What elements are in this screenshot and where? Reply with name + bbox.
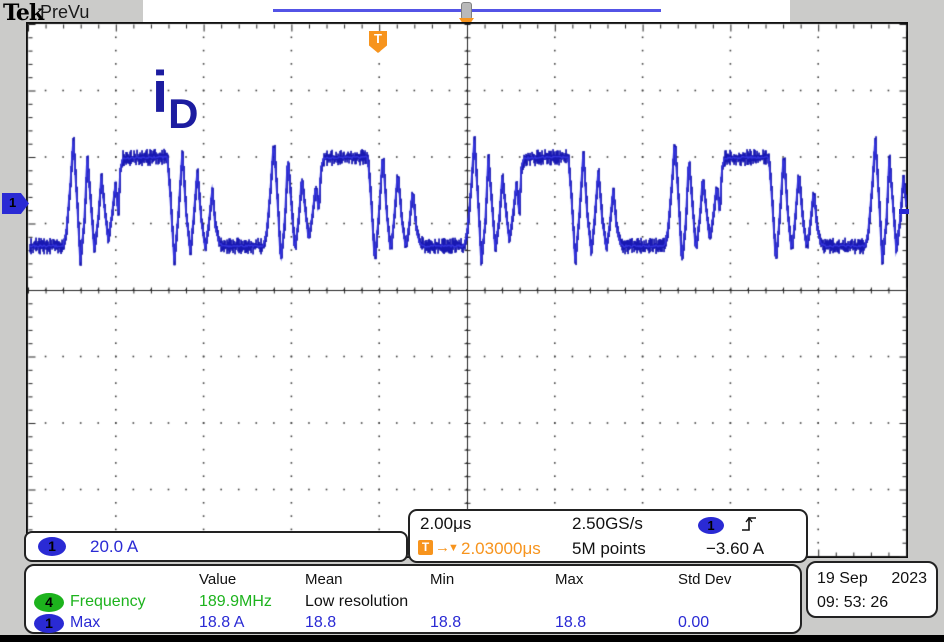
channel1-ground-marker[interactable]: 1	[2, 193, 29, 214]
trigger-t-badge-icon: T	[418, 540, 433, 555]
sample-rate-readout: 2.50GS/s	[572, 514, 643, 534]
acquisition-mode-label: PreVu	[40, 2, 89, 23]
trigger-slope-rising-icon	[740, 515, 758, 533]
measurement-table[interactable]: Value Mean Min Max Std Dev 4 Frequency 1…	[24, 564, 802, 634]
measurement2-value: 18.8 A	[199, 614, 244, 632]
horizontal-scale-readout: 2.00μs	[420, 514, 471, 534]
trigger-level-marker[interactable]	[899, 209, 909, 214]
col-header-max: Max	[555, 571, 583, 588]
oscilloscope-screen: Tek PreVu T 1 iD 2.00μs 2.50GS/s 1 T → ▼…	[0, 0, 944, 642]
date-year: 2023	[891, 567, 927, 591]
bottom-bar	[0, 635, 944, 642]
horizontal-trigger-readout-box[interactable]: 2.00μs 2.50GS/s 1 T → ▼ 2.03000μs 5M poi…	[408, 509, 808, 563]
trigger-marker-down-icon: ▼	[448, 542, 459, 554]
datetime-box[interactable]: 19 Sep 2023 09: 53: 26	[806, 561, 938, 618]
time-readout: 09: 53: 26	[817, 591, 927, 615]
measurement2-label: Max	[70, 614, 100, 632]
measurement1-mean: Low resolution	[305, 593, 408, 611]
signal-annotation-main: i	[152, 60, 168, 125]
measurement2-max: 18.8	[555, 614, 586, 632]
measurement2-source-badge[interactable]: 1	[34, 614, 64, 633]
measurement2-mean: 18.8	[305, 614, 336, 632]
measurement2-min: 18.8	[430, 614, 461, 632]
col-header-mean: Mean	[305, 571, 343, 588]
col-header-stddev: Std Dev	[678, 571, 731, 588]
record-trigger-handle[interactable]	[461, 2, 472, 20]
signal-annotation-sub: D	[168, 90, 198, 137]
col-header-value: Value	[199, 571, 236, 588]
table-row: 1 Max 18.8 A 18.8 18.8 18.8 0.00	[26, 613, 800, 634]
measurement1-label: Frequency	[70, 593, 146, 611]
trigger-level-readout: −3.60 A	[706, 539, 764, 559]
col-header-min: Min	[430, 571, 454, 588]
channel1-readout-box[interactable]: 1 20.0 A	[24, 531, 408, 562]
table-row: 4 Frequency 189.9MHz Low resolution	[26, 592, 800, 613]
channel1-badge[interactable]: 1	[38, 537, 66, 556]
record-length-readout: 5M points	[572, 539, 646, 559]
measurement1-value: 189.9MHz	[199, 593, 272, 611]
channel1-scale-readout: 20.0 A	[90, 537, 138, 557]
trigger-position-readout: 2.03000μs	[461, 539, 541, 559]
date-day: 19 Sep	[817, 567, 868, 591]
measurement2-stddev: 0.00	[678, 614, 709, 632]
trigger-source-badge[interactable]: 1	[698, 517, 724, 534]
signal-annotation-id: iD	[152, 64, 198, 122]
measurement1-source-badge[interactable]: 4	[34, 593, 64, 612]
